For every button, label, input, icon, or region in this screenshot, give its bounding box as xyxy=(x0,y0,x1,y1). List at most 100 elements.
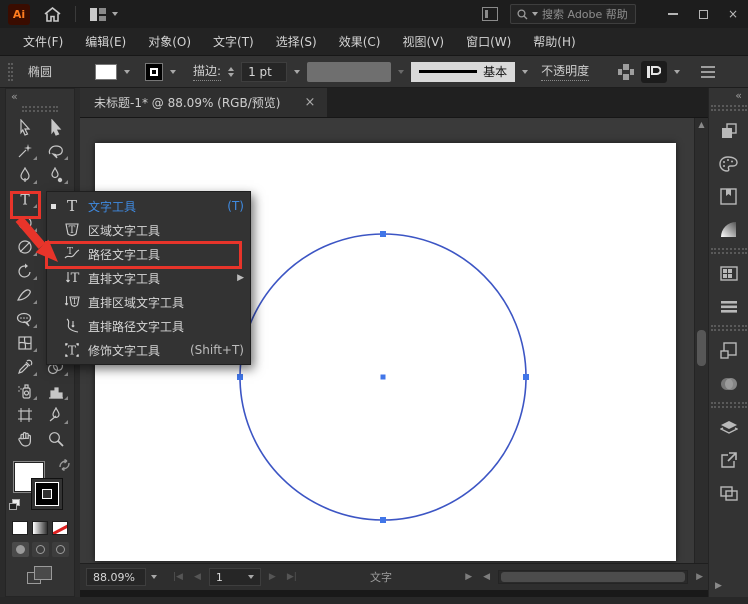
minimize-button[interactable] xyxy=(658,0,688,28)
symbol-sprayer-tool[interactable] xyxy=(9,379,40,403)
previous-artboard-button[interactable]: ◀ xyxy=(191,572,204,582)
menu-view[interactable]: 视图(V) xyxy=(391,33,455,50)
swatches-panel-icon[interactable] xyxy=(709,180,748,213)
artboard-tool[interactable] xyxy=(9,403,40,427)
menu-object[interactable]: 对象(O) xyxy=(137,33,202,50)
panel-grip[interactable] xyxy=(710,248,747,254)
column-graph-tool[interactable] xyxy=(40,379,71,403)
artboards-panel-icon[interactable] xyxy=(709,477,748,510)
direct-selection-tool[interactable] xyxy=(40,115,71,139)
transparency-panel-icon[interactable] xyxy=(709,367,748,400)
anchor-bottom[interactable] xyxy=(380,517,386,523)
none-button[interactable] xyxy=(52,521,68,535)
toolbar-collapse[interactable]: « xyxy=(6,89,74,104)
artboard-number-box[interactable]: 1 xyxy=(208,568,261,586)
zoom-level-box[interactable]: 88.09% xyxy=(86,568,146,586)
zoom-dropdown-icon[interactable] xyxy=(151,575,157,579)
draw-behind-button[interactable] xyxy=(31,542,49,557)
chevron-down-icon[interactable] xyxy=(124,69,131,74)
arrange-documents-button[interactable] xyxy=(90,7,118,21)
stroke-width-stepper[interactable] xyxy=(228,66,235,77)
home-icon[interactable] xyxy=(44,6,61,22)
toolbar-grip[interactable] xyxy=(22,106,58,112)
menu-item-vertical-type-tool[interactable]: T 直排文字工具 ▶ xyxy=(47,266,250,290)
color-panel-icon[interactable] xyxy=(709,147,748,180)
layers-panel-icon[interactable] xyxy=(709,411,748,444)
stroke-panel-icon[interactable] xyxy=(709,290,748,323)
chevron-down-icon[interactable] xyxy=(398,69,405,74)
close-button[interactable]: × xyxy=(718,0,748,28)
fill-color-swatch[interactable] xyxy=(95,63,118,80)
draw-inside-button[interactable] xyxy=(51,542,69,557)
menu-help[interactable]: 帮助(H) xyxy=(522,33,586,50)
stroke-panel-link[interactable]: 描边: xyxy=(193,62,222,81)
first-artboard-button[interactable]: |◀ xyxy=(170,572,186,582)
tab-close-icon[interactable]: × xyxy=(304,95,315,110)
zoom-tool[interactable] xyxy=(40,427,71,451)
menu-item-type-tool[interactable]: T 文字工具 (T) xyxy=(47,194,250,218)
stroke-width-value[interactable]: 1 pt xyxy=(241,61,288,82)
eyedropper-tool[interactable] xyxy=(9,355,40,379)
export-panel-icon[interactable] xyxy=(709,444,748,477)
menu-effect[interactable]: 效果(C) xyxy=(328,33,392,50)
center-point[interactable] xyxy=(380,374,386,380)
blend-tool[interactable] xyxy=(40,403,71,427)
chevron-down-icon[interactable] xyxy=(522,69,529,74)
anchor-left[interactable] xyxy=(237,374,243,380)
horizontal-scrollbar[interactable] xyxy=(498,570,689,584)
last-artboard-button[interactable]: ▶| xyxy=(284,572,300,582)
color-button[interactable] xyxy=(12,521,28,535)
next-artboard-button[interactable]: ▶ xyxy=(266,572,279,582)
panel-grip[interactable] xyxy=(710,105,747,111)
scroll-left-icon[interactable]: ◀ xyxy=(480,572,493,582)
control-bar-menu-icon[interactable] xyxy=(701,65,716,78)
mesh-tool[interactable] xyxy=(9,331,40,355)
stroke-color-swatch[interactable] xyxy=(145,62,164,81)
brush-definition-dropdown[interactable]: 基本 xyxy=(411,61,516,82)
vertical-scroll-thumb[interactable] xyxy=(697,330,706,366)
selection-tool[interactable] xyxy=(9,115,40,139)
right-dock-collapse[interactable]: « xyxy=(709,88,748,103)
menu-item-touch-type-tool[interactable]: T 修饰文字工具 (Shift+T) xyxy=(47,338,250,362)
opacity-link[interactable]: 不透明度 xyxy=(541,62,590,81)
stroke-color-box[interactable] xyxy=(31,478,63,510)
fill-stroke-indicator[interactable] xyxy=(9,459,71,517)
align-icon[interactable] xyxy=(618,63,635,80)
anchor-right[interactable] xyxy=(523,374,529,380)
horizontal-scroll-thumb[interactable] xyxy=(501,572,686,582)
chevron-down-icon[interactable] xyxy=(674,69,681,74)
gradient-button[interactable] xyxy=(32,521,48,535)
lasso-tool[interactable] xyxy=(40,139,71,163)
hand-tool[interactable] xyxy=(9,427,40,451)
workspace-switcher-button[interactable] xyxy=(641,60,668,83)
width-tool[interactable] xyxy=(9,307,40,331)
draw-normal-button[interactable] xyxy=(11,542,29,557)
menu-file[interactable]: 文件(F) xyxy=(12,33,74,50)
menu-select[interactable]: 选择(S) xyxy=(265,33,328,50)
artboard-grid-panel-icon[interactable] xyxy=(709,257,748,290)
menu-item-area-type-tool[interactable]: T 区域文字工具 xyxy=(47,218,250,242)
menu-item-vertical-area-type-tool[interactable]: T 直排区域文字工具 xyxy=(47,290,250,314)
menu-edit[interactable]: 编辑(E) xyxy=(74,33,137,50)
gradient-panel-icon[interactable] xyxy=(709,213,748,246)
panel-grip[interactable] xyxy=(8,62,13,81)
vertical-scrollbar[interactable]: ▲ xyxy=(694,118,708,563)
symbols-panel-icon[interactable] xyxy=(709,334,748,367)
scroll-right-icon[interactable]: ▶ xyxy=(693,572,706,582)
panel-grip[interactable] xyxy=(710,325,747,331)
anchor-top[interactable] xyxy=(380,231,386,237)
search-input[interactable]: 搜索 Adobe 帮助 xyxy=(510,4,636,24)
scroll-up-icon[interactable]: ▲ xyxy=(698,118,704,132)
chevron-down-icon[interactable] xyxy=(170,69,177,74)
swap-fill-stroke-icon[interactable] xyxy=(58,459,71,471)
menu-item-vertical-type-on-path-tool[interactable]: 直排路径文字工具 xyxy=(47,314,250,338)
curvature-tool[interactable] xyxy=(40,163,71,187)
pen-tool[interactable] xyxy=(9,163,40,187)
status-expand-icon[interactable]: ▶ xyxy=(462,572,475,582)
magic-wand-tool[interactable] xyxy=(9,139,40,163)
document-setup-icon[interactable] xyxy=(482,7,498,21)
panel-grip[interactable] xyxy=(710,402,747,408)
maximize-button[interactable] xyxy=(688,0,718,28)
chevron-down-icon[interactable] xyxy=(294,69,301,74)
default-fill-stroke-icon[interactable] xyxy=(9,499,22,511)
